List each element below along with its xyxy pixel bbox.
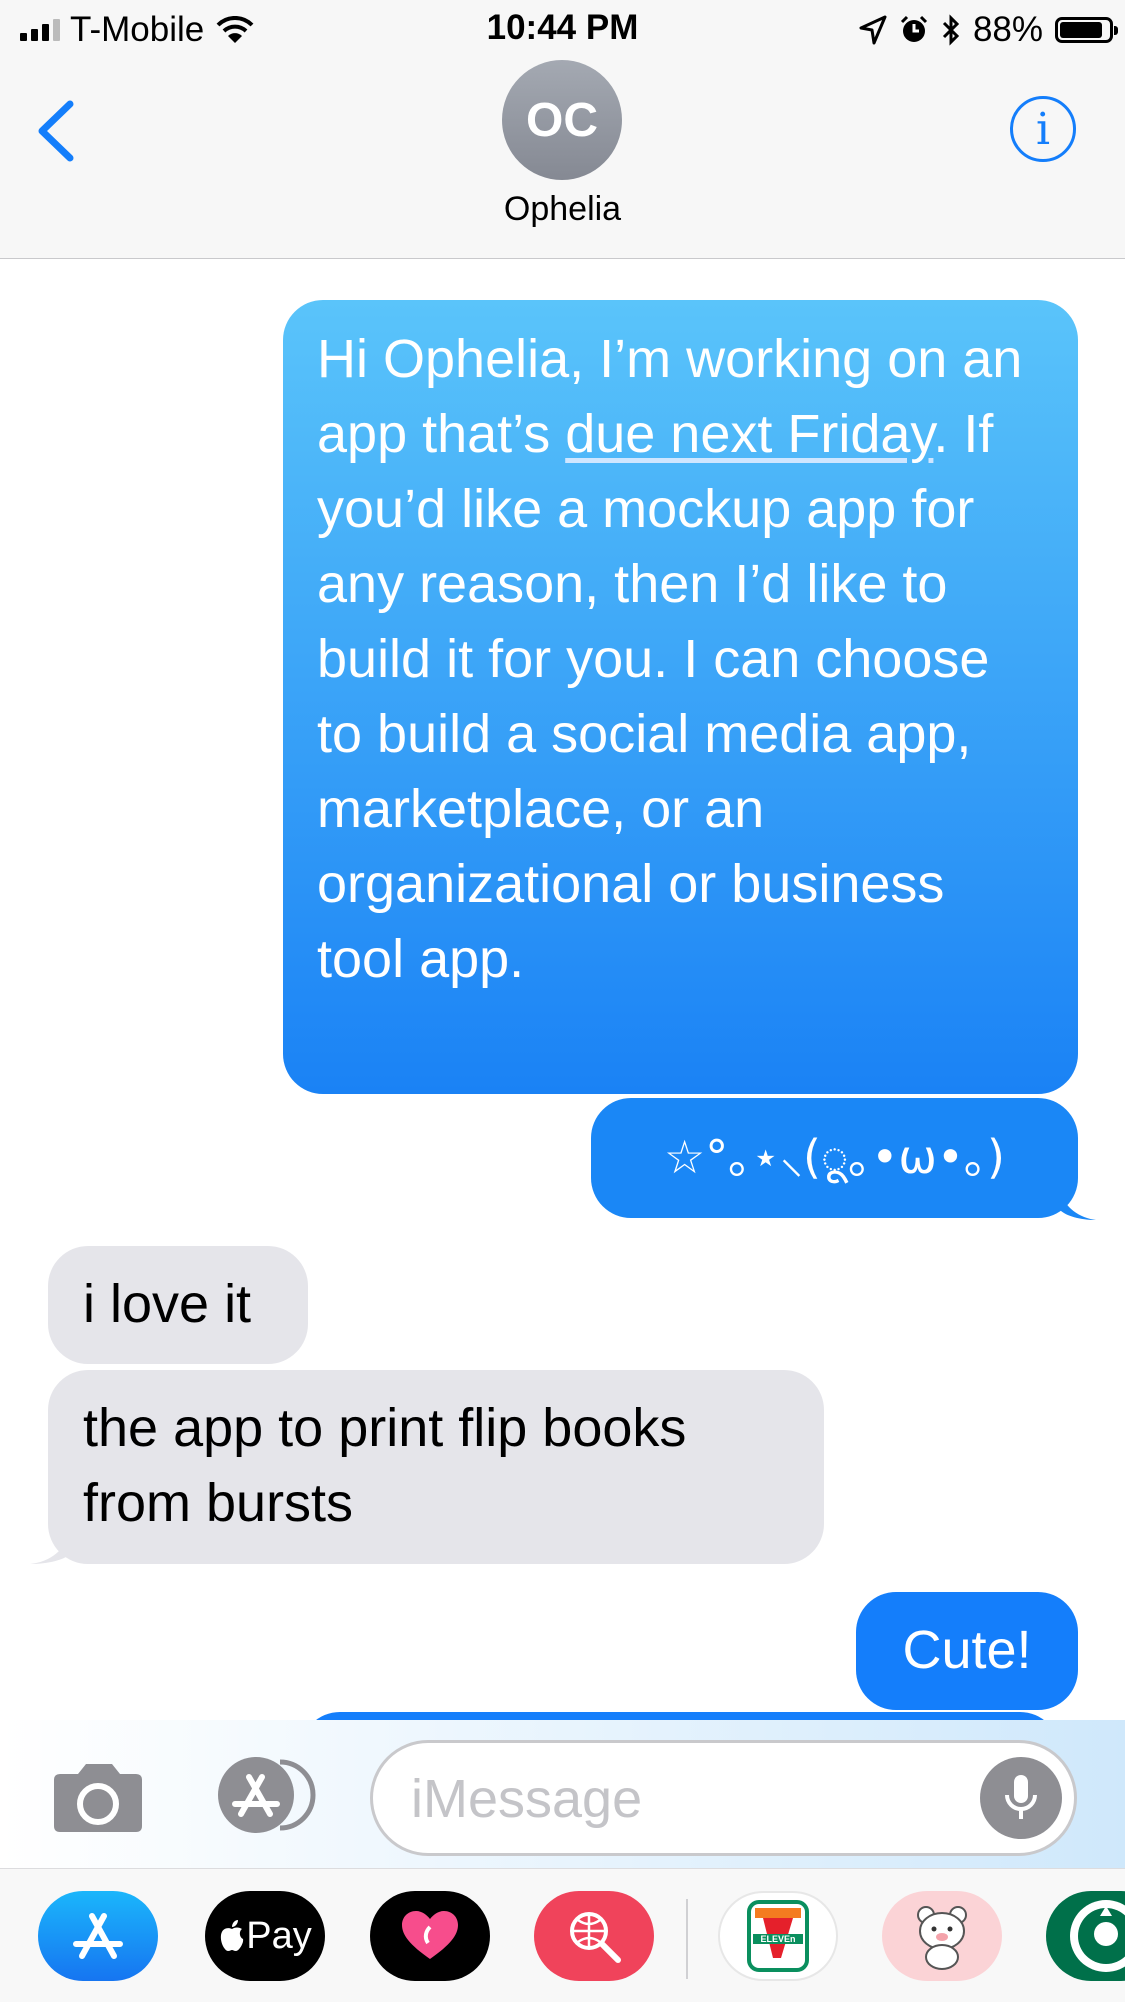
starbucks-icon[interactable] [1046, 1891, 1125, 1981]
bubble-tail [30, 1530, 70, 1564]
location-icon [859, 15, 887, 45]
heart-icon[interactable] [370, 1891, 490, 1981]
message-text: Cute! [902, 1620, 1032, 1680]
message-text: ☆°｡⋆⸜(ू｡•ω•｡) [663, 1130, 1006, 1184]
bear-sticker-icon[interactable] [882, 1891, 1002, 1981]
message-input-bar [0, 1720, 1125, 1868]
apple-pay-icon[interactable]: Pay [205, 1891, 325, 1981]
microphone-icon[interactable] [980, 1757, 1062, 1839]
message-text: . If you’d like a mockup app for any rea… [317, 404, 994, 989]
message-bubble-outgoing[interactable]: Cute! [856, 1592, 1078, 1710]
message-bubble-incoming[interactable]: i love it [48, 1246, 308, 1364]
message-bubble-incoming[interactable]: the app to print flip books from bursts [48, 1370, 824, 1564]
message-text: i love it [83, 1274, 252, 1334]
battery-icon [1055, 17, 1118, 43]
bubble-tail [1060, 1190, 1096, 1220]
globe-search-icon[interactable] [534, 1891, 654, 1981]
seven-eleven-icon[interactable]: ELEVEn [718, 1891, 838, 1981]
message-bubble-outgoing[interactable]: ☆°｡⋆⸜(ू｡•ω•｡) [591, 1098, 1078, 1218]
contact-name[interactable]: Ophelia [0, 190, 1125, 229]
apple-logo-icon [221, 1920, 244, 1951]
apple-pay-label: Pay [246, 1914, 312, 1957]
app-store-icon[interactable] [38, 1891, 158, 1981]
alarm-icon [900, 15, 927, 42]
status-bar: T-Mobile 10:44 PM 88% [0, 0, 1125, 62]
camera-icon[interactable] [50, 1760, 146, 1836]
seven-eleven-label: ELEVEn [760, 1934, 795, 1944]
info-icon[interactable]: i [1010, 96, 1076, 162]
date-link[interactable]: due next Friday [565, 404, 933, 464]
drawer-divider [686, 1899, 688, 1979]
app-store-icon[interactable] [210, 1754, 320, 1836]
battery-percent: 88% [972, 10, 1043, 49]
app-drawer: Pay ELEVEn [0, 1868, 1125, 2002]
message-input[interactable] [409, 1763, 973, 1835]
avatar[interactable]: OC [502, 60, 622, 180]
message-bubble-outgoing[interactable]: Hi Ophelia, I’m working on an app that’s… [283, 300, 1078, 1094]
bluetooth-icon [942, 14, 960, 46]
message-text: the app to print flip books from bursts [83, 1398, 687, 1533]
message-field[interactable] [370, 1740, 1077, 1856]
status-right-group: 88% [859, 10, 1118, 50]
chevron-left-icon[interactable] [32, 96, 82, 166]
